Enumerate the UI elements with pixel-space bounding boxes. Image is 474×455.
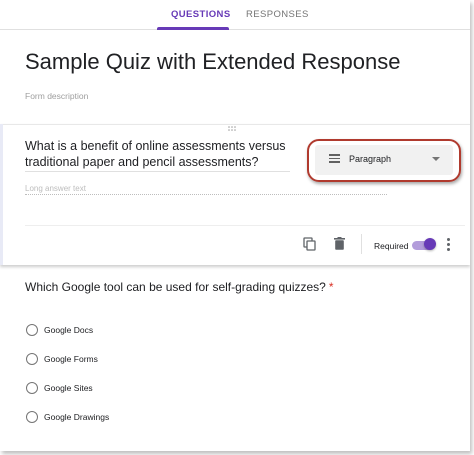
paragraph-icon xyxy=(329,154,340,164)
radio-button[interactable] xyxy=(26,324,38,336)
active-tab-indicator xyxy=(157,27,229,30)
radio-button[interactable] xyxy=(26,411,38,423)
duplicate-icon[interactable] xyxy=(303,237,317,251)
question-2-title: Which Google tool can be used for self-g… xyxy=(25,280,334,294)
drag-handle-icon[interactable] xyxy=(228,126,238,132)
radio-button[interactable] xyxy=(26,382,38,394)
long-answer-placeholder: Long answer text xyxy=(25,184,86,193)
more-vert-icon[interactable] xyxy=(447,238,451,251)
footer-separator xyxy=(361,234,362,254)
dropdown-arrow-icon xyxy=(432,157,440,161)
form-title[interactable]: Sample Quiz with Extended Response xyxy=(25,49,400,75)
question-title-underline xyxy=(25,171,290,172)
delete-icon[interactable] xyxy=(334,237,345,250)
long-answer-line xyxy=(25,194,387,195)
question-type-label: Paragraph xyxy=(349,154,392,164)
option-label: Google Sites xyxy=(44,383,93,393)
option-label: Google Forms xyxy=(44,354,98,364)
tab-responses[interactable]: RESPONSES xyxy=(246,9,309,20)
required-asterisk: * xyxy=(328,280,334,294)
card-footer-divider xyxy=(25,225,465,226)
active-card-stripe xyxy=(0,124,3,265)
option-label: Google Drawings xyxy=(44,412,110,422)
required-toggle-knob[interactable] xyxy=(424,238,436,250)
form-description-field[interactable]: Form description xyxy=(25,91,88,101)
question-2-title-text: Which Google tool can be used for self-g… xyxy=(25,280,326,294)
tab-questions[interactable]: QUESTIONS xyxy=(171,9,231,20)
question-title-input[interactable]: What is a benefit of online assessments … xyxy=(25,138,287,170)
required-label: Required xyxy=(374,241,409,251)
option-label: Google Docs xyxy=(44,325,94,335)
tab-bar: QUESTIONS RESPONSES xyxy=(0,0,470,30)
radio-button[interactable] xyxy=(26,353,38,365)
form-editor-frame: QUESTIONS RESPONSES Sample Quiz with Ext… xyxy=(0,0,470,451)
